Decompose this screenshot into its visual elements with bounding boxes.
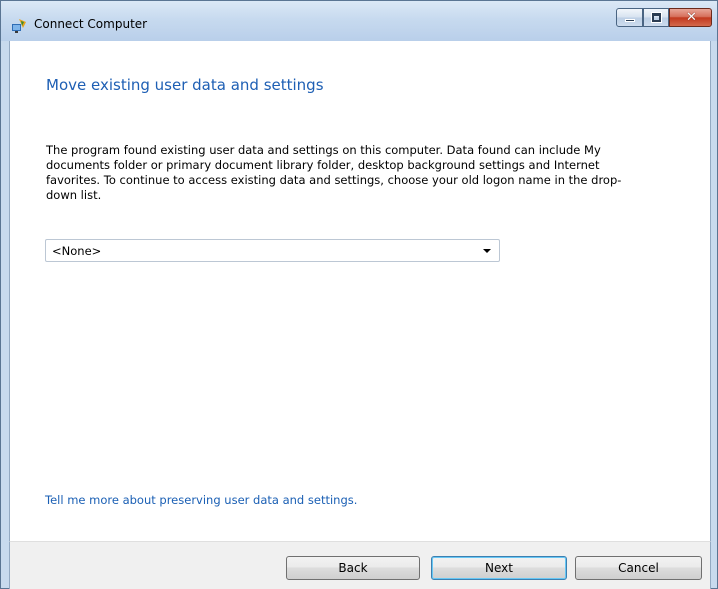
- close-button[interactable]: ✕: [669, 8, 712, 27]
- dropdown-selected-value: <None>: [52, 244, 102, 258]
- title-bar[interactable]: Connect Computer ✕: [1, 1, 717, 41]
- window-title: Connect Computer: [34, 17, 148, 31]
- wizard-content: Move existing user data and settings The…: [9, 41, 711, 541]
- help-link[interactable]: Tell me more about preserving user data …: [45, 493, 357, 507]
- chevron-down-icon[interactable]: [483, 249, 491, 253]
- dialog-window: Connect Computer ✕ Move existing user da…: [0, 0, 718, 589]
- cancel-button[interactable]: Cancel: [575, 556, 702, 580]
- minimize-button[interactable]: [616, 8, 643, 27]
- page-title: Move existing user data and settings: [46, 76, 324, 94]
- logon-name-dropdown[interactable]: <None>: [45, 239, 500, 262]
- maximize-button[interactable]: [643, 8, 669, 27]
- page-description: The program found existing user data and…: [46, 143, 622, 202]
- back-button[interactable]: Back: [286, 556, 420, 580]
- connect-computer-app-icon: [12, 19, 26, 33]
- close-icon: ✕: [686, 10, 697, 25]
- caption-buttons: ✕: [615, 8, 712, 29]
- button-bar: Back Next Cancel: [9, 541, 711, 589]
- minimize-icon: [625, 19, 635, 22]
- maximize-icon: [651, 12, 662, 23]
- next-button[interactable]: Next: [431, 556, 567, 580]
